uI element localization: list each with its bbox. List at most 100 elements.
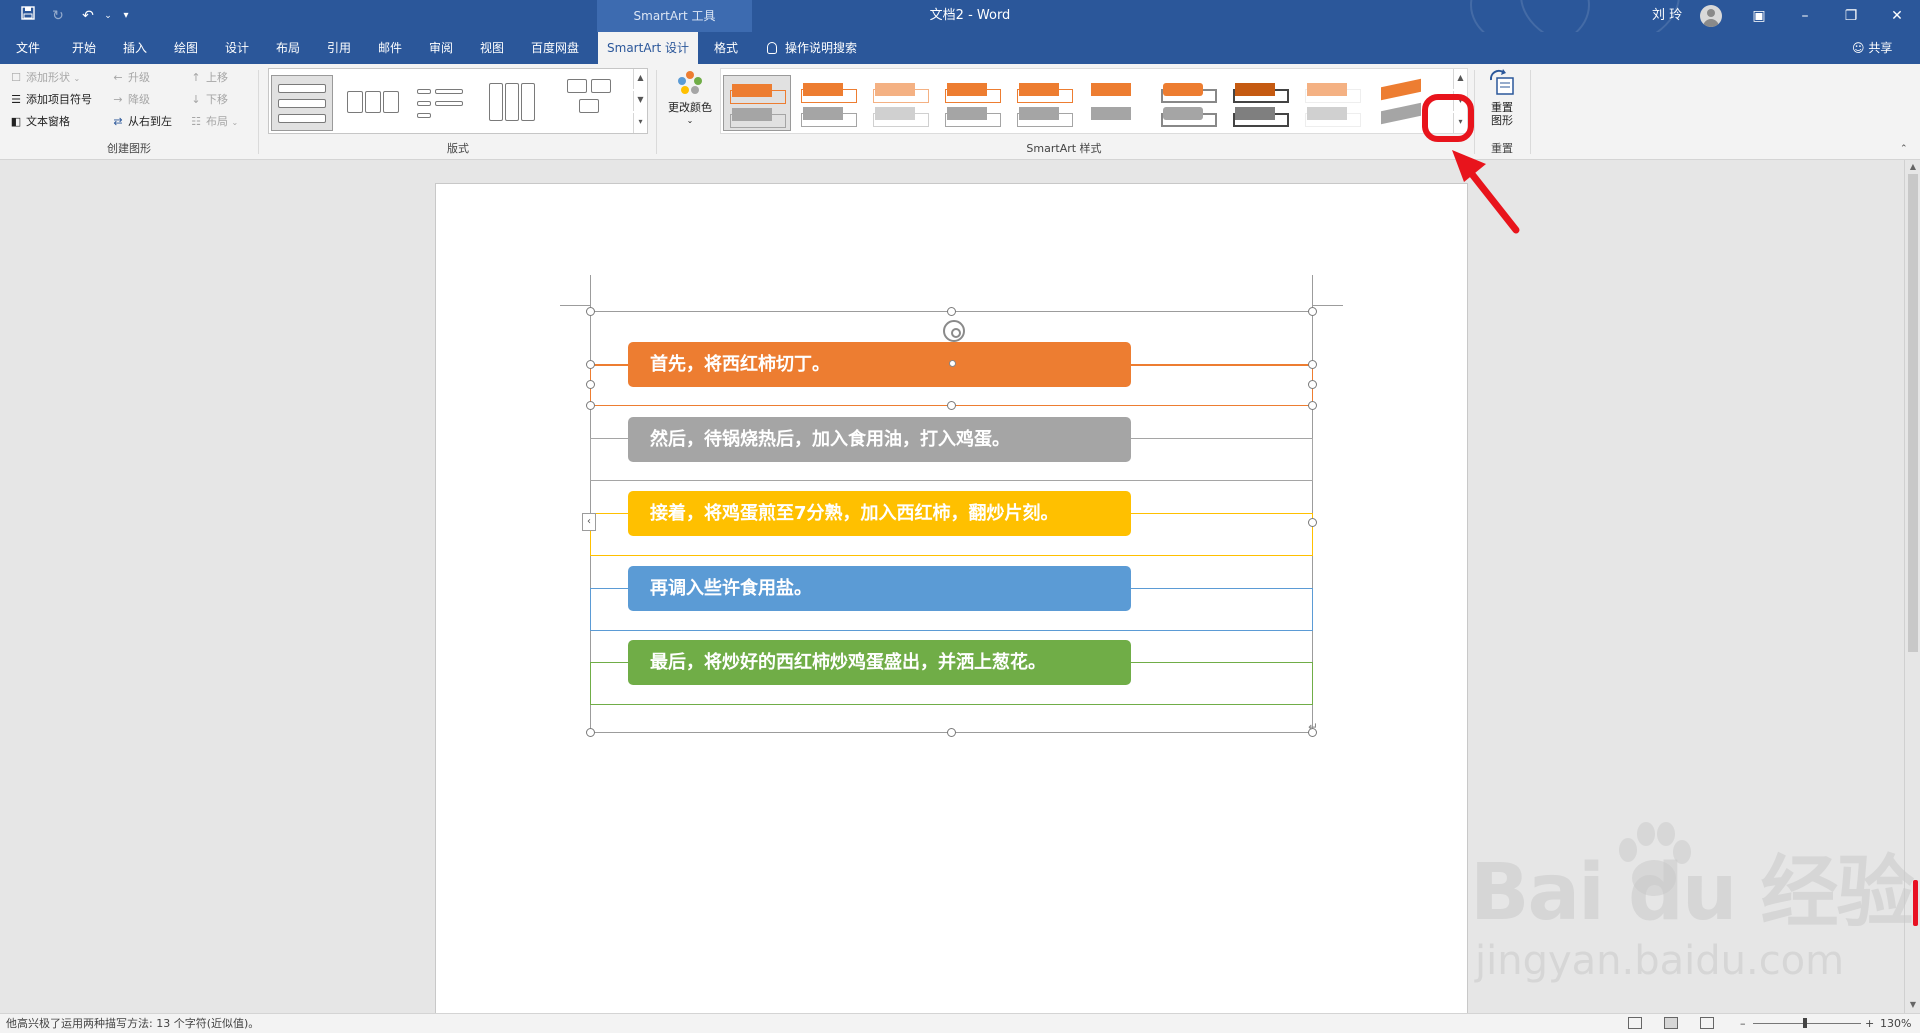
scroll-up-icon[interactable]: ▲	[1905, 160, 1920, 174]
ribbon-display-icon[interactable]: ▣	[1736, 0, 1782, 32]
zoom-in-icon[interactable]: +	[1865, 1014, 1874, 1033]
tab-mailings[interactable]: 邮件	[374, 32, 406, 64]
customize-icon[interactable]: ▾	[114, 6, 138, 26]
smartart-item-5[interactable]: 最后，将炒好的西红柿炒鸡蛋盛出，并洒上葱花。	[628, 640, 1131, 685]
tab-format[interactable]: 格式	[710, 32, 742, 64]
add-bullet-label: 添加项目符号	[26, 93, 92, 106]
share-button[interactable]: ☺ 共享	[1852, 32, 1892, 64]
layout-label: 布局	[206, 115, 228, 128]
print-layout-icon[interactable]	[1664, 1017, 1678, 1029]
tab-smartart-design[interactable]: SmartArt 设计	[598, 32, 698, 64]
layout-option[interactable]	[561, 75, 623, 131]
shape-handle[interactable]	[1308, 360, 1317, 369]
tab-view[interactable]: 视图	[476, 32, 508, 64]
resize-handle[interactable]	[586, 728, 595, 737]
gallery-more-icon[interactable]: ▾	[633, 113, 647, 133]
smartart-item-2[interactable]: 然后，待锅烧热后，加入食用油，打入鸡蛋。	[628, 417, 1131, 462]
resize-handle[interactable]	[1308, 307, 1317, 316]
zoom-slider[interactable]	[1753, 1023, 1861, 1024]
crop-mark	[560, 305, 590, 306]
shape-handle[interactable]	[1308, 401, 1317, 410]
close-icon[interactable]: ✕	[1874, 0, 1920, 32]
text-pane-toggle-icon[interactable]: ‹	[582, 513, 596, 531]
shape-handle[interactable]	[586, 380, 595, 389]
tab-layout[interactable]: 布局	[272, 32, 304, 64]
style-option[interactable]	[723, 75, 791, 131]
crop-mark	[1313, 305, 1343, 306]
avatar[interactable]	[1700, 5, 1722, 27]
style-option[interactable]	[1011, 75, 1079, 131]
smartart-item-4[interactable]: 再调入些许食用盐。	[628, 566, 1131, 611]
read-mode-icon[interactable]	[1628, 1017, 1642, 1029]
arrow-down-icon: ↓	[191, 93, 201, 106]
shape-handle[interactable]	[586, 360, 595, 369]
layout-option[interactable]	[271, 75, 333, 131]
scroll-down-icon[interactable]: ▼	[1905, 998, 1920, 1012]
resize-handle[interactable]	[1308, 518, 1317, 527]
add-shape-icon: ☐	[11, 71, 21, 84]
tab-review[interactable]: 审阅	[425, 32, 457, 64]
zoom-slider-thumb[interactable]	[1803, 1018, 1807, 1028]
scroll-thumb[interactable]	[1908, 174, 1918, 652]
gallery-scroll-down-icon[interactable]: ▼	[633, 91, 647, 111]
layout-option[interactable]	[341, 75, 403, 131]
save-icon[interactable]	[16, 6, 40, 26]
move-down-button[interactable]: ↓ 下移	[190, 90, 228, 110]
style-option[interactable]	[867, 75, 935, 131]
style-option[interactable]	[795, 75, 863, 131]
text-pane-icon: ◧	[10, 115, 22, 128]
resize-handle[interactable]	[947, 728, 956, 737]
layout-option[interactable]	[411, 75, 473, 131]
shape-handle[interactable]	[586, 401, 595, 410]
smartart-item-3[interactable]: 接着，将鸡蛋煎至7分熟，加入西红柿，翻炒片刻。	[628, 491, 1131, 536]
style-option[interactable]	[1227, 75, 1295, 131]
zoom-out-icon[interactable]: –	[1740, 1014, 1746, 1033]
add-bullet-button[interactable]: ☰ 添加项目符号	[10, 90, 92, 110]
redo-icon[interactable]: ↻	[46, 6, 70, 26]
move-up-button[interactable]: ↑ 上移	[190, 68, 228, 88]
text-pane-label: 文本窗格	[26, 115, 70, 128]
gallery-scroll-up-icon[interactable]: ▲	[633, 69, 647, 89]
tell-me-search[interactable]: 操作说明搜索	[767, 32, 857, 64]
layout-option[interactable]	[481, 75, 543, 131]
tab-home[interactable]: 开始	[68, 32, 100, 64]
promote-button[interactable]: ← 升级	[112, 68, 150, 88]
style-option[interactable]	[1155, 75, 1223, 131]
bullet-list-icon: ☰	[11, 93, 21, 106]
resize-handle[interactable]	[586, 307, 595, 316]
demote-button[interactable]: → 降级	[112, 90, 150, 110]
resize-handle[interactable]	[947, 307, 956, 316]
minimize-icon[interactable]: –	[1782, 0, 1828, 32]
reset-graphic-button[interactable]: 重置图形	[1478, 68, 1526, 127]
smartart-item-1[interactable]: 首先，将西红柿切丁。	[628, 342, 1131, 387]
tab-design[interactable]: 设计	[221, 32, 253, 64]
shape-center-handle[interactable]	[949, 360, 956, 367]
zoom-level[interactable]: 130%	[1880, 1014, 1911, 1033]
tab-insert[interactable]: 插入	[119, 32, 151, 64]
tab-references[interactable]: 引用	[323, 32, 355, 64]
tab-baidu-netdisk[interactable]: 百度网盘	[527, 32, 583, 64]
style-option[interactable]	[1299, 75, 1367, 131]
shape-handle[interactable]	[1308, 380, 1317, 389]
web-layout-icon[interactable]	[1700, 1017, 1714, 1029]
tab-draw[interactable]: 绘图	[170, 32, 202, 64]
add-shape-button[interactable]: ☐ 添加形状 ⌄	[10, 68, 80, 88]
rotate-handle-icon[interactable]	[943, 320, 965, 342]
shape-handle[interactable]	[947, 401, 956, 410]
style-option[interactable]	[939, 75, 1007, 131]
layout-button[interactable]: ☷ 布局 ⌄	[190, 112, 238, 132]
layouts-gallery: ▲ ▼ ▾	[268, 68, 648, 134]
tab-file[interactable]: 文件	[12, 32, 44, 64]
text-pane-button[interactable]: ◧ 文本窗格	[10, 112, 70, 132]
group-divider	[656, 70, 657, 154]
right-to-left-button[interactable]: ⇄ 从右到左	[112, 112, 172, 132]
gallery-scroll-up-icon[interactable]: ▲	[1453, 69, 1467, 89]
annotation-arrow-icon	[1452, 150, 1520, 234]
collapse-ribbon-icon[interactable]: ⌃	[1900, 144, 1908, 154]
change-colors-button[interactable]: 更改颜色 ⌄	[662, 70, 718, 127]
style-option[interactable]	[1083, 75, 1151, 131]
tell-me-label: 操作说明搜索	[785, 41, 858, 55]
title-bar: ↻ ↶ ⌄ ▾ SmartArt 工具 文档2 - Word 刘 玲 ▣ – ❐…	[0, 0, 1920, 50]
user-name[interactable]: 刘 玲	[1652, 0, 1682, 32]
restore-icon[interactable]: ❐	[1828, 0, 1874, 32]
